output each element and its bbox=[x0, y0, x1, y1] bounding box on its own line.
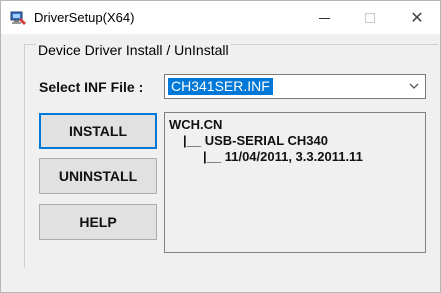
driver-info-panel: WCH.CN |__ USB-SERIAL CH340 |__ 11/04/20… bbox=[164, 112, 426, 253]
uninstall-button[interactable]: UNINSTALL bbox=[39, 158, 157, 194]
info-version: |__ 11/04/2011, 3.3.2011.11 bbox=[203, 149, 363, 164]
info-vendor: WCH.CN bbox=[169, 117, 223, 132]
app-icon bbox=[10, 10, 27, 26]
driver-setup-window: DriverSetup(X64) ✕ Device Driver Install… bbox=[0, 0, 441, 293]
maximize-icon bbox=[365, 12, 375, 23]
maximize-button[interactable] bbox=[347, 1, 393, 34]
install-button[interactable]: INSTALL bbox=[39, 113, 157, 149]
inf-file-label: Select INF File : bbox=[39, 79, 144, 95]
minimize-button[interactable] bbox=[301, 1, 347, 34]
chevron-down-icon[interactable] bbox=[407, 79, 421, 93]
title-bar[interactable]: DriverSetup(X64) ✕ bbox=[1, 1, 440, 34]
groupbox-title: Device Driver Install / UnInstall bbox=[36, 42, 231, 58]
minimize-icon bbox=[318, 18, 330, 19]
window-title: DriverSetup(X64) bbox=[34, 10, 135, 25]
close-icon: ✕ bbox=[410, 8, 424, 27]
info-device: |__ USB-SERIAL CH340 bbox=[183, 133, 328, 148]
help-button[interactable]: HELP bbox=[39, 204, 157, 240]
inf-file-select[interactable]: CH341SER.INF bbox=[164, 74, 426, 99]
inf-file-selected-value: CH341SER.INF bbox=[168, 78, 273, 95]
close-button[interactable]: ✕ bbox=[394, 1, 440, 34]
